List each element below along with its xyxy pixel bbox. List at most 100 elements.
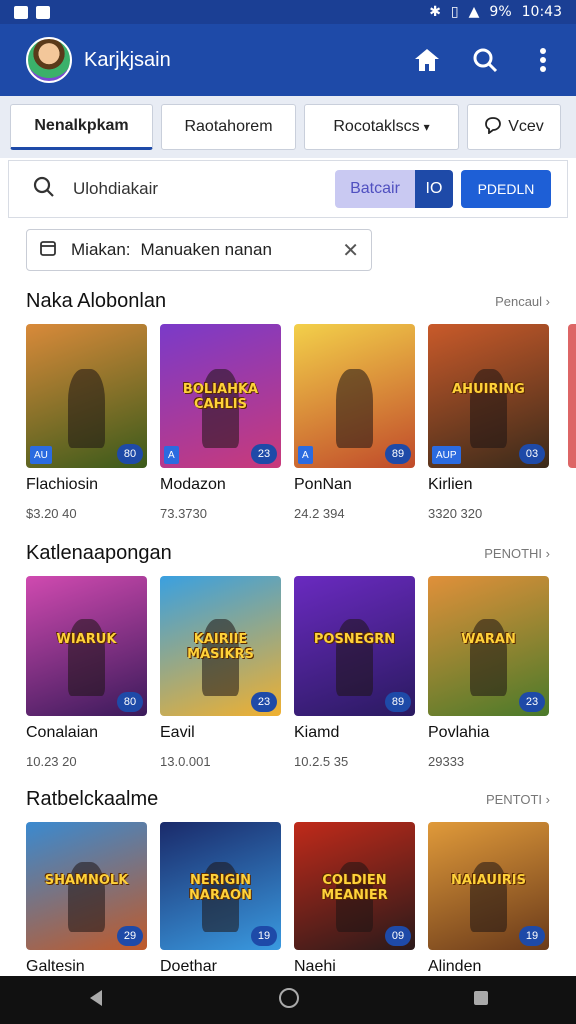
count-badge: 29 bbox=[117, 926, 143, 946]
count-badge: 89 bbox=[385, 444, 411, 464]
age-rating-badge: A bbox=[298, 446, 313, 464]
game-meta: 73.3730 bbox=[160, 506, 207, 521]
tab-2[interactable]: Rocotaklscs ▾ bbox=[304, 104, 459, 150]
game-card[interactable]: NERIGIN NARAON 19 Doethar bbox=[160, 822, 281, 976]
game-card[interactable]: AU 80 Flachiosin $3.20 40 bbox=[26, 324, 147, 521]
count-badge: 19 bbox=[519, 926, 545, 946]
avatar[interactable] bbox=[26, 37, 72, 83]
back-icon[interactable] bbox=[86, 988, 106, 1013]
tab-2-label: Rocotaklscs bbox=[333, 118, 420, 135]
status-bar: ✱ ▯ ▲ 9% 10:43 bbox=[0, 0, 576, 24]
count-badge: 23 bbox=[251, 444, 277, 464]
tab-0[interactable]: Nenalkpkam bbox=[10, 104, 153, 150]
game-thumbnail[interactable]: NERIGIN NARAON 19 bbox=[160, 822, 281, 950]
count-badge: 80 bbox=[117, 692, 143, 712]
game-row: AU 80 Flachiosin $3.20 40 BOLIAHKA CAHLIS A 23… bbox=[26, 324, 549, 521]
vibrate-icon: ▯ bbox=[450, 4, 459, 20]
game-thumbnail[interactable]: AU 80 bbox=[26, 324, 147, 468]
see-more-link[interactable]: PENOTHI › bbox=[484, 546, 550, 561]
game-name: Conalaian bbox=[26, 724, 99, 741]
batch-label: Batcair bbox=[350, 180, 400, 197]
batch-count: IO bbox=[415, 170, 453, 208]
game-logo-text: NAIAUIRIS bbox=[450, 873, 527, 889]
signal-icon: ▲ bbox=[468, 4, 480, 20]
count-badge: 09 bbox=[385, 926, 411, 946]
game-name: Modazon bbox=[160, 476, 226, 493]
game-thumbnail[interactable]: COLDIEN MEANIER 09 bbox=[294, 822, 415, 950]
see-more-link[interactable]: Pencaul › bbox=[495, 294, 550, 309]
game-card[interactable]: KAIRIIE MASIKRS 23 Eavil 13.0.001 bbox=[160, 576, 281, 769]
game-thumbnail[interactable]: WIARUK 80 bbox=[26, 576, 147, 716]
search-icon[interactable] bbox=[470, 45, 500, 75]
game-logo-text: COLDIEN MEANIER bbox=[321, 873, 388, 904]
game-logo-text: WIARUK bbox=[56, 632, 117, 647]
app-title: Karjkjsain bbox=[84, 48, 171, 71]
game-row: WIARUK 80 Conalaian 10.23 20 KAIRIIE MASIKRS… bbox=[26, 576, 549, 769]
game-meta: 10.23 20 bbox=[26, 754, 77, 769]
game-card[interactable]: SHAMNOLK 29 Galtesin bbox=[26, 822, 147, 976]
see-more-link[interactable]: PENTOTI › bbox=[486, 792, 550, 807]
tab-1[interactable]: Raotahorem bbox=[161, 104, 296, 150]
game-card[interactable]: NAIAUIRIS 19 Alinden bbox=[428, 822, 549, 976]
game-card[interactable]: POSNEGRN 89 Kiamd 10.2.5 35 bbox=[294, 576, 415, 769]
game-name: Galtesin bbox=[26, 958, 85, 975]
game-meta: 13.0.001 bbox=[160, 754, 211, 769]
count-badge: 23 bbox=[519, 692, 545, 712]
chevron-down-icon: ▾ bbox=[423, 120, 430, 134]
game-card[interactable]: WIARUK 80 Conalaian 10.23 20 bbox=[26, 576, 147, 769]
game-thumbnail[interactable]: SHAMNOLK 29 bbox=[26, 822, 147, 950]
section-title: Naka Alobonlan bbox=[26, 290, 167, 312]
game-card[interactable]: COLDIEN MEANIER 09 Naehi bbox=[294, 822, 415, 976]
home-icon[interactable] bbox=[412, 45, 442, 75]
game-logo-text: NERIGIN NARAON bbox=[189, 873, 252, 904]
system-nav-bar bbox=[0, 976, 576, 1024]
notification-icons bbox=[14, 5, 50, 19]
search-icon bbox=[33, 176, 55, 203]
see-more-label: PENOTHI bbox=[484, 546, 543, 561]
game-meta: 10.2.5 35 bbox=[294, 754, 349, 769]
character-figure bbox=[68, 368, 105, 448]
game-name: Naehi bbox=[294, 958, 336, 975]
count-badge: 03 bbox=[519, 444, 545, 464]
game-card[interactable]: A 89 PonNan 24.2 394 bbox=[294, 324, 415, 521]
game-name: Povlahia bbox=[428, 724, 490, 741]
filter-key: Miakan: bbox=[71, 240, 131, 259]
game-thumbnail[interactable]: WARAN 23 bbox=[428, 576, 549, 716]
game-name: Kiamd bbox=[294, 724, 340, 741]
filter-chip[interactable]: Miakan: Manuaken nanan ✕ bbox=[26, 229, 372, 271]
batch-button[interactable]: Batcair IO bbox=[335, 170, 453, 208]
game-thumbnail[interactable]: A 89 bbox=[294, 324, 415, 468]
home-nav-icon[interactable] bbox=[278, 987, 300, 1014]
count-badge: 80 bbox=[117, 444, 143, 464]
search-input[interactable]: Ulohdiakair bbox=[73, 179, 335, 199]
tab-bar: Nenalkpkam Raotahorem Rocotaklscs ▾ Vcev bbox=[0, 96, 576, 158]
battery-percent: 9% bbox=[489, 4, 512, 20]
count-badge: 23 bbox=[251, 692, 277, 712]
character-figure bbox=[336, 619, 373, 697]
character-figure bbox=[470, 619, 507, 697]
section-title: Ratbelckaalme bbox=[26, 788, 159, 810]
recents-icon[interactable] bbox=[472, 989, 490, 1012]
game-card[interactable]: AHUIRING AUP 03 Kirlien 3320 320 bbox=[428, 324, 549, 521]
game-thumbnail[interactable]: NAIAUIRIS 19 bbox=[428, 822, 549, 950]
game-thumbnail[interactable]: KAIRIIE MASIKRS 23 bbox=[160, 576, 281, 716]
game-name: Eavil bbox=[160, 724, 195, 741]
game-thumbnail[interactable]: POSNEGRN 89 bbox=[294, 576, 415, 716]
character-figure bbox=[68, 619, 105, 697]
game-name: Flachiosin bbox=[26, 476, 99, 493]
game-card[interactable]: BOLIAHKA CAHLIS A 23 Modazon 73.3730 bbox=[160, 324, 281, 521]
game-thumbnail[interactable]: BOLIAHKA CAHLIS A 23 bbox=[160, 324, 281, 468]
character-figure bbox=[470, 368, 507, 448]
game-name: Alinden bbox=[428, 958, 482, 975]
next-card-peek[interactable] bbox=[568, 324, 576, 468]
age-rating-badge: AUP bbox=[432, 446, 461, 464]
game-row: SHAMNOLK 29 Galtesin NERIGIN NARAON 19 Doetha… bbox=[26, 822, 549, 976]
tab-3[interactable]: Vcev bbox=[467, 104, 561, 150]
primary-action-button[interactable]: PDEDLN bbox=[461, 170, 551, 208]
close-icon[interactable]: ✕ bbox=[342, 238, 359, 263]
game-meta: 24.2 394 bbox=[294, 506, 345, 521]
clock: 10:43 bbox=[521, 4, 562, 20]
game-thumbnail[interactable]: AHUIRING AUP 03 bbox=[428, 324, 549, 468]
game-card[interactable]: WARAN 23 Povlahia 29333 bbox=[428, 576, 549, 769]
more-vert-icon[interactable] bbox=[528, 45, 558, 75]
